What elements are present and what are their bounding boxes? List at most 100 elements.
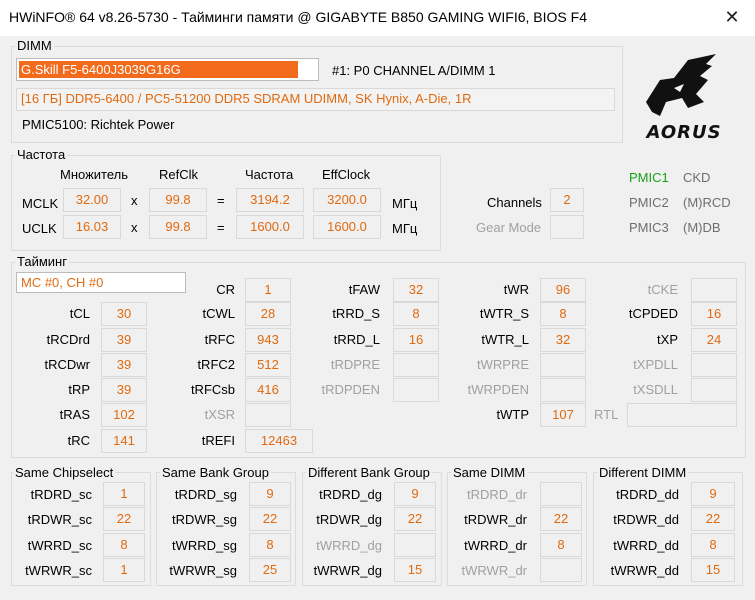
pmic2-name: PMIC2	[629, 195, 669, 210]
tWTR_L-label: tWTR_L	[481, 332, 529, 347]
tRDRD_sg-value: 9	[249, 482, 291, 506]
tRDRD_sg-label: tRDRD_sg	[174, 487, 237, 502]
timing-group-title: Тайминг	[15, 254, 69, 269]
tWTR_L-value: 32	[540, 328, 586, 352]
tRDPDEN-label: tRDPDEN	[321, 382, 380, 397]
tXSR-value	[245, 403, 291, 427]
tWRRD_sg-label: tWRRD_sg	[171, 538, 237, 553]
tXPDLL-value	[691, 353, 737, 377]
RTL-label: RTL	[594, 407, 619, 422]
RTL-value	[627, 403, 737, 427]
tRDWR_sc-label: tRDWR_sc	[27, 512, 92, 527]
tWTR_S-value: 8	[540, 302, 586, 326]
different-dimm-title: Different DIMM	[597, 465, 689, 480]
tWRRD_sg-value: 8	[249, 533, 291, 557]
tXP-label: tXP	[657, 332, 678, 347]
tRCDwr-value: 39	[101, 353, 147, 377]
tRDRD_dr-value	[540, 482, 582, 506]
tRDRD_dd-label: tRDRD_dd	[616, 487, 679, 502]
tWR-label: tWR	[503, 282, 529, 297]
tWRRD_dg-value	[394, 533, 436, 557]
tRDWR_dg-label: tRDWR_dg	[316, 512, 382, 527]
tRCDwr-label: tRCDwr	[44, 357, 91, 372]
tCPDED-label: tCPDED	[628, 306, 678, 321]
tRRD_S-label: tRRD_S	[332, 306, 380, 321]
tRDRD_sc-label: tRDRD_sc	[30, 487, 92, 502]
mclk-refclk: 99.8	[149, 188, 207, 212]
uclk-refclk: 99.8	[149, 215, 207, 239]
tWRWR_dg-value: 15	[394, 558, 436, 582]
header-refclk: RefClk	[159, 167, 199, 182]
title-bar: HWiNFO® 64 v8.26-5730 - Тайминги памяти …	[0, 0, 755, 36]
dimm-group-title: DIMM	[15, 38, 54, 53]
tCWL-value: 28	[245, 302, 291, 326]
tXP-value: 24	[691, 328, 737, 352]
pmic-info: PMIC5100: Richtek Power	[22, 117, 175, 132]
tRDWR_dd-value: 22	[691, 507, 735, 531]
tRDWR_dr-value: 22	[540, 507, 582, 531]
tWRWR_sc-label: tWRWR_sc	[25, 563, 92, 578]
tRCDrd-value: 39	[101, 328, 147, 352]
pmic1-type: CKD	[683, 170, 711, 185]
tWRRD_dg-label: tWRRD_dg	[316, 538, 382, 553]
dimm-description: [16 ГБ] DDR5-6400 / PC5-51200 DDR5 SDRAM…	[16, 88, 615, 111]
tREFI-label: tREFI	[201, 433, 235, 448]
tRAS-value: 102	[101, 403, 147, 427]
tCKE-label: tCKE	[647, 282, 678, 297]
tRDRD_dr-label: tRDRD_dr	[467, 487, 527, 502]
tRRD_L-value: 16	[393, 328, 439, 352]
channels-label: Channels	[487, 195, 542, 210]
tXPDLL-label: tXPDLL	[633, 357, 678, 372]
tRDWR_dg-value: 22	[394, 507, 436, 531]
tFAW-label: tFAW	[348, 282, 380, 297]
pmic1-name: PMIC1	[629, 170, 669, 185]
tWRPRE-label: tWRPRE	[477, 357, 529, 372]
close-button[interactable]: ✕	[709, 0, 755, 36]
tRFCsb-value: 416	[245, 378, 291, 402]
same-bank-group-title: Same Bank Group	[160, 465, 271, 480]
tWR-value: 96	[540, 278, 586, 302]
mclk-frequency: 3194.2	[236, 188, 304, 212]
tWRRD_dr-label: tWRRD_dr	[464, 538, 527, 553]
tWRRD_sc-value: 8	[103, 533, 145, 557]
tWRWR_sg-label: tWRWR_sg	[169, 563, 237, 578]
tRFCsb-label: tRFCsb	[190, 382, 235, 397]
tWRWR_dd-label: tWRWR_dd	[610, 563, 679, 578]
tRC-label: tRC	[67, 433, 90, 448]
tWRWR_dg-label: tWRWR_dg	[313, 563, 382, 578]
window-title: HWiNFO® 64 v8.26-5730 - Тайминги памяти …	[9, 9, 587, 25]
tRAS-label: tRAS	[59, 407, 90, 422]
different-bank-group-title: Different Bank Group	[306, 465, 432, 480]
tWRWR_dr-label: tWRWR_dr	[461, 563, 527, 578]
gear-mode-value	[550, 215, 584, 239]
tWRWR_sg-value: 25	[249, 558, 291, 582]
module-select[interactable]: G.Skill F5-6400J3039G16G	[16, 58, 319, 81]
aorus-logo: AORUS	[640, 50, 730, 145]
tREFI-value: 12463	[245, 429, 313, 453]
tRFC-value: 943	[245, 328, 291, 352]
tWRRD_dd-label: tWRRD_dd	[613, 538, 679, 553]
tRDWR_sg-label: tRDWR_sg	[171, 512, 237, 527]
header-effclock: EffClock	[322, 167, 371, 182]
tCKE-value	[691, 278, 737, 302]
mclk-label: MCLK	[22, 196, 59, 211]
tRRD_S-value: 8	[393, 302, 439, 326]
tWRPDEN-label: tWRPDEN	[467, 382, 529, 397]
tWTP-value: 107	[540, 403, 586, 427]
channel-select[interactable]: MC #0, CH #0	[16, 272, 186, 293]
tRDPDEN-value	[393, 378, 439, 402]
channels-value: 2	[550, 188, 584, 212]
tRCDrd-label: tRCDrd	[46, 332, 90, 347]
aorus-logo-text: AORUS	[646, 122, 722, 143]
tWRRD_dd-value: 8	[691, 533, 735, 557]
tRDWR_dd-label: tRDWR_dd	[613, 512, 679, 527]
tRDRD_sc-value: 1	[103, 482, 145, 506]
module-select-value: G.Skill F5-6400J3039G16G	[21, 62, 181, 77]
tRFC2-label: tRFC2	[197, 357, 235, 372]
tRC-value: 141	[101, 429, 147, 453]
tRP-label: tRP	[68, 382, 90, 397]
mclk-effclock: 3200.0	[313, 188, 381, 212]
uclk-label: UCLK	[22, 221, 57, 236]
tWRRD_dr-value: 8	[540, 533, 582, 557]
mclk-unit: МГц	[392, 196, 418, 211]
